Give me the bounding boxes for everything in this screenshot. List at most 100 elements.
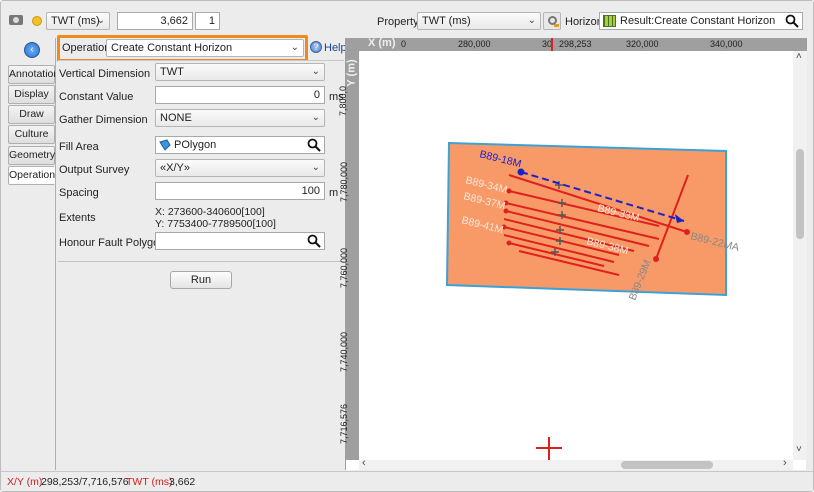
- map-canvas[interactable]: B89-18M B89-34M B89-37M B89-41M B89-33M …: [359, 51, 794, 460]
- help-icon[interactable]: ?: [310, 41, 322, 53]
- form-separator: [58, 261, 344, 262]
- tab-display[interactable]: Display: [8, 85, 55, 104]
- fill-polygon[interactable]: [445, 141, 727, 297]
- x-axis-title: X (m): [368, 37, 396, 49]
- back-icon[interactable]: ‹: [24, 42, 40, 58]
- x-cursor-marker: [551, 38, 553, 51]
- y-tick: 7,740,000: [339, 331, 350, 373]
- extents-x: X: 273600-340600[100]: [155, 206, 265, 218]
- vertical-dimension-value: TWT: [160, 66, 184, 78]
- vertical-scroll-thumb[interactable]: [796, 149, 804, 239]
- status-xy-value: 298,253/7,716,576: [41, 476, 129, 488]
- output-survey-label: Output Survey: [59, 164, 130, 176]
- fill-area-label: Fill Area: [59, 141, 99, 153]
- constant-value-value: 0: [313, 89, 320, 101]
- x-tick: 320,000: [626, 39, 659, 49]
- status-bar: X/Y (m) 298,253/7,716,576 TWT (ms) 3,662: [1, 471, 813, 491]
- y-tick: 7,760,000: [339, 247, 350, 289]
- chevron-down-icon: ⌄: [311, 66, 320, 77]
- map-view: X (m) 0 280,000 30 298,253 320,000 340,0…: [338, 37, 807, 470]
- step-value: 1: [208, 15, 215, 27]
- operation-label: Operation: [62, 42, 111, 54]
- tab-operations[interactable]: Operations: [8, 166, 60, 185]
- chevron-down-icon: ⌄: [311, 112, 320, 123]
- depth-input[interactable]: 3,662: [117, 12, 193, 30]
- y-ruler: Y (m) 7,800,0 7,780,000 7,760,000 7,740,…: [338, 51, 359, 460]
- tab-geometry[interactable]: Geometry: [8, 146, 55, 165]
- polygon-icon: [159, 139, 171, 151]
- operation-select[interactable]: Create Constant Horizon ⌄: [106, 39, 304, 57]
- help-link[interactable]: Help: [324, 42, 347, 54]
- chevron-down-icon: ⌄: [290, 42, 299, 53]
- horizontal-scrollbar[interactable]: ‹ ›: [359, 457, 793, 470]
- app-window: TWT (ms) ⌄ 3,662 1 Property TWT (ms) ⌄ H…: [0, 0, 814, 492]
- status-twt-value: 3,662: [169, 476, 196, 488]
- status-xy-label: X/Y (m): [7, 476, 43, 488]
- domain-value: TWT (ms): [51, 15, 100, 27]
- constant-value-input[interactable]: 0: [155, 86, 325, 104]
- x-cursor-value: 298,253: [559, 39, 592, 49]
- gather-dimension-value: NONE: [160, 112, 192, 124]
- x-tick: 340,000: [710, 39, 743, 49]
- form-area: Vertical Dimension TWT ⌄ Constant Value …: [58, 60, 344, 260]
- x-zero-tick: 0: [401, 39, 407, 49]
- scroll-left-icon[interactable]: ‹: [362, 457, 366, 469]
- gather-dimension-select[interactable]: NONE ⌄: [155, 109, 325, 127]
- spacing-input[interactable]: 100: [155, 182, 325, 200]
- operation-value: Create Constant Horizon: [111, 42, 233, 54]
- spacing-unit: m: [329, 187, 339, 199]
- vertical-dimension-select[interactable]: TWT ⌄: [155, 63, 325, 81]
- y-tick: 7,716,576: [339, 403, 350, 445]
- vertical-dimension-label: Vertical Dimension: [59, 68, 151, 80]
- spacing-label: Spacing: [59, 187, 99, 199]
- chevron-down-icon: ⌄: [311, 162, 320, 173]
- step-input[interactable]: 1: [195, 12, 220, 30]
- fill-area-field[interactable]: POlygon: [155, 136, 325, 154]
- scroll-down-icon[interactable]: ˅: [796, 444, 802, 455]
- horizon-grid-icon: [603, 15, 616, 27]
- output-survey-select[interactable]: «X/Y» ⌄: [155, 159, 325, 177]
- operations-panel: Operation Create Constant Horizon ⌄ ? He…: [55, 35, 347, 470]
- tab-annotation[interactable]: Annotation: [8, 65, 59, 84]
- cursor-crosshair-icon: [536, 437, 562, 460]
- run-button[interactable]: Run: [170, 271, 232, 289]
- constant-value-label: Constant Value: [59, 91, 134, 103]
- extents-label: Extents: [59, 212, 96, 224]
- horizontal-scroll-thumb[interactable]: [621, 461, 713, 469]
- depth-value: 3,662: [160, 15, 188, 27]
- horizon-value: Result:Create Constant Horizon: [620, 15, 776, 27]
- property-picker-icon[interactable]: [543, 12, 561, 30]
- toolbar: TWT (ms) ⌄ 3,662 1 Property TWT (ms) ⌄ H…: [1, 1, 813, 39]
- spacing-value: 100: [301, 185, 320, 197]
- chevron-down-icon: ⌄: [96, 15, 105, 26]
- search-icon[interactable]: [307, 138, 321, 152]
- scroll-right-icon[interactable]: ›: [783, 457, 787, 469]
- extents-y: Y: 7753400-7789500[100]: [155, 218, 276, 230]
- operation-highlight: Operation Create Constant Horizon ⌄: [57, 35, 308, 62]
- domain-select[interactable]: TWT (ms) ⌄: [46, 12, 110, 30]
- x-ruler: X (m) 0 280,000 30 298,253 320,000 340,0…: [346, 37, 807, 51]
- vertical-scrollbar[interactable]: ˄ ˅: [793, 51, 807, 460]
- y-tick: 7,780,000: [339, 161, 350, 203]
- search-icon[interactable]: [307, 234, 321, 248]
- scroll-up-icon[interactable]: ˄: [796, 51, 802, 62]
- gather-dimension-label: Gather Dimension: [59, 114, 148, 126]
- y-axis-title: Y (m): [345, 59, 358, 87]
- y-tick: 7,800,0: [338, 85, 349, 117]
- chevron-down-icon: ⌄: [527, 15, 536, 26]
- x-tick: 280,000: [458, 39, 491, 49]
- output-survey-value: «X/Y»: [160, 162, 190, 174]
- tab-draw[interactable]: Draw: [8, 105, 55, 124]
- property-select[interactable]: TWT (ms) ⌄: [417, 12, 541, 30]
- horizon-field[interactable]: Result:Create Constant Horizon: [599, 12, 803, 30]
- property-value: TWT (ms): [422, 15, 471, 27]
- camera-icon[interactable]: [9, 15, 23, 25]
- horizon-label: Horizon: [565, 16, 603, 28]
- status-dot-icon: [32, 16, 42, 26]
- status-twt-label: TWT (ms): [126, 476, 173, 488]
- search-icon[interactable]: [785, 14, 799, 28]
- property-label: Property: [377, 16, 419, 28]
- tab-culture[interactable]: Culture: [8, 125, 55, 144]
- fill-area-value: POlygon: [174, 139, 217, 151]
- honour-fault-field[interactable]: [155, 232, 325, 250]
